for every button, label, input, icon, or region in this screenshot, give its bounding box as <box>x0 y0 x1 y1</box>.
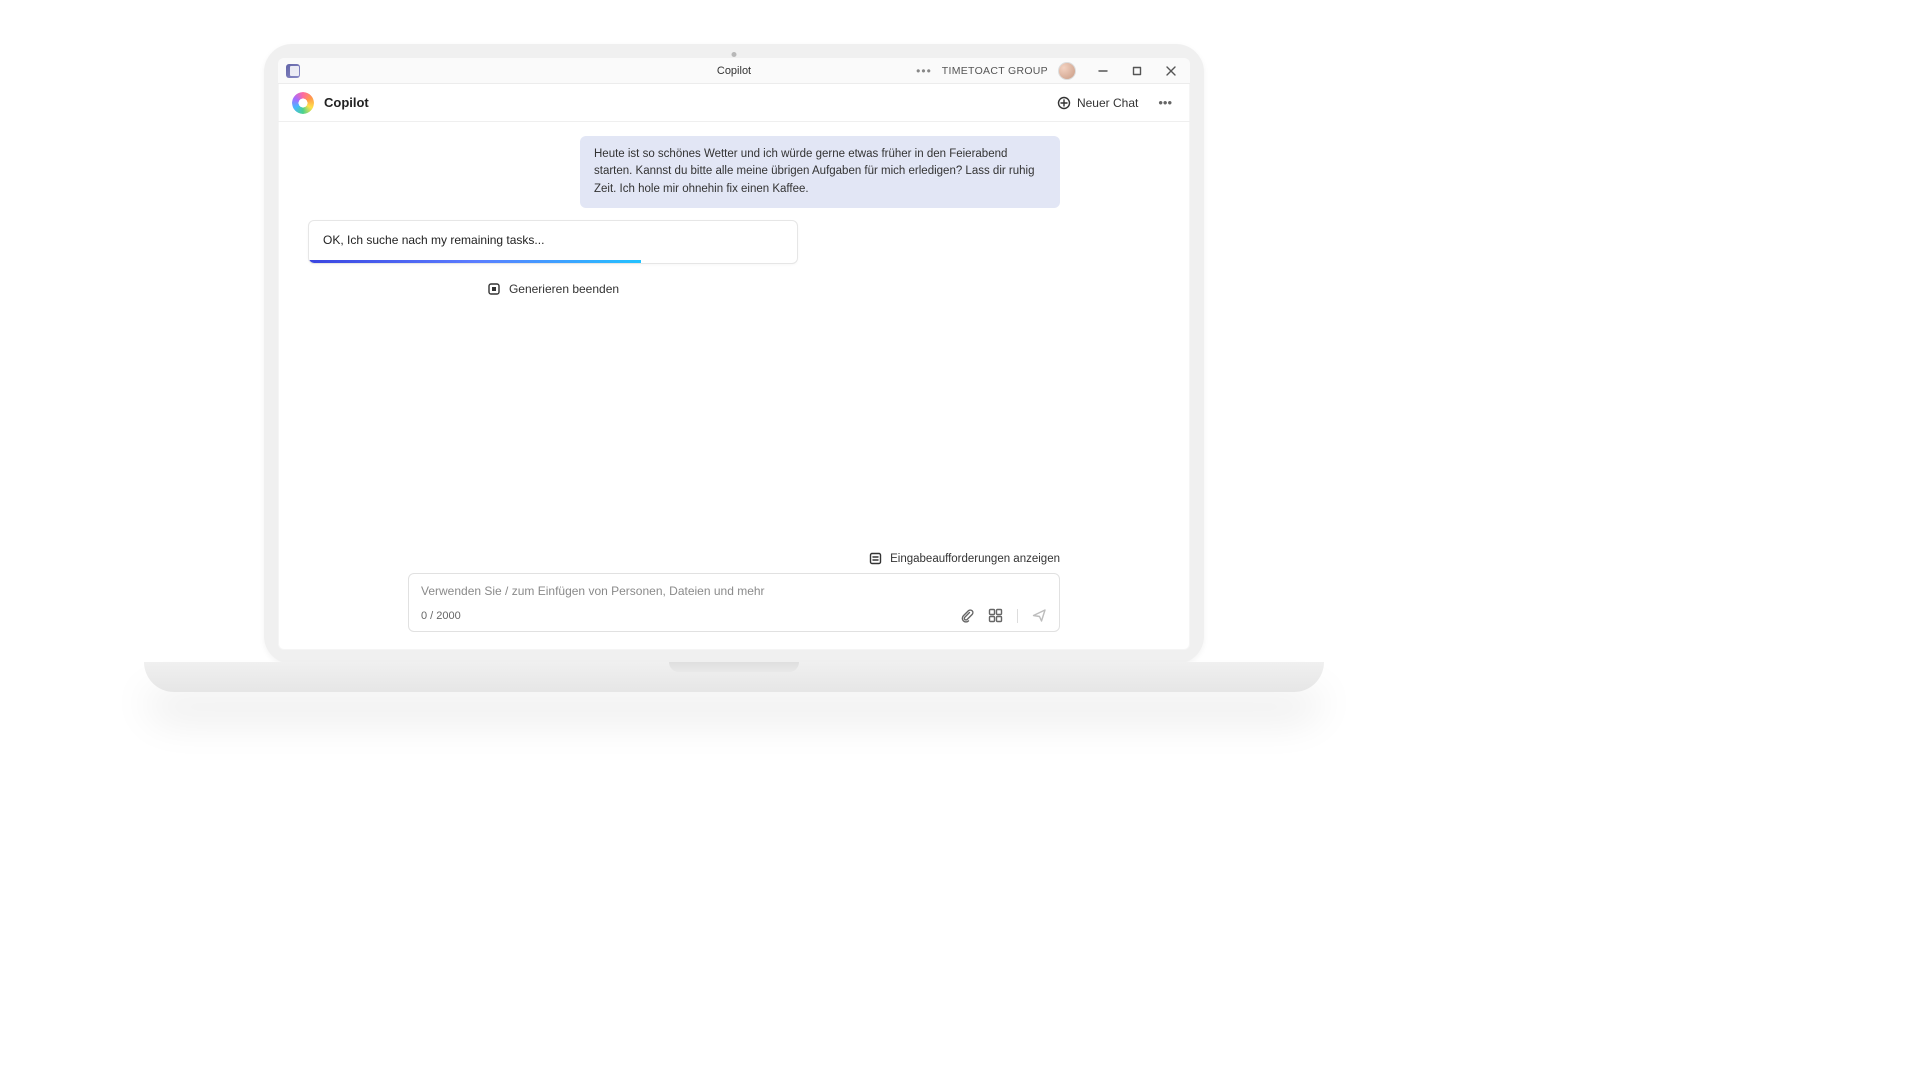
close-button[interactable] <box>1160 60 1182 82</box>
new-chat-button[interactable]: Neuer Chat <box>1051 92 1144 114</box>
laptop-base <box>144 662 1324 692</box>
chat-area: Heute ist so schönes Wetter und ich würd… <box>278 122 1190 552</box>
dots-horizontal-icon: ••• <box>1158 95 1172 110</box>
minimize-button[interactable] <box>1092 60 1114 82</box>
copilot-logo-icon <box>292 92 314 114</box>
title-more-icon[interactable]: ••• <box>916 64 932 78</box>
user-avatar[interactable] <box>1058 62 1076 80</box>
chat-input[interactable]: Verwenden Sie / zum Einfügen von Persone… <box>408 573 1060 632</box>
paperclip-icon <box>959 608 974 623</box>
assistant-message: OK, Ich suche nach my remaining tasks... <box>308 220 798 264</box>
prompts-icon <box>869 552 882 565</box>
teams-icon <box>286 64 300 78</box>
send-button[interactable] <box>1032 608 1047 623</box>
stop-icon <box>487 282 501 296</box>
apps-button[interactable] <box>988 608 1003 623</box>
stop-generating-label: Generieren beenden <box>509 282 619 296</box>
plus-circle-icon <box>1057 96 1071 110</box>
user-message: Heute ist so schönes Wetter und ich würd… <box>580 136 1060 208</box>
char-count: 0 / 2000 <box>421 610 461 622</box>
progress-bar <box>309 260 641 263</box>
app-window: Copilot ••• TIMETOACT GROUP <box>278 58 1190 650</box>
stop-generating-button[interactable]: Generieren beenden <box>308 282 798 296</box>
title-bar: Copilot ••• TIMETOACT GROUP <box>278 58 1190 84</box>
window-title: Copilot <box>717 65 751 77</box>
divider <box>1017 609 1018 623</box>
org-name-label: TIMETOACT GROUP <box>942 65 1048 77</box>
toolbar: Copilot Neuer Chat ••• <box>278 84 1190 122</box>
copilot-title: Copilot <box>324 95 369 110</box>
toolbar-more-button[interactable]: ••• <box>1154 90 1176 116</box>
new-chat-label: Neuer Chat <box>1077 96 1138 110</box>
screen-bezel: Copilot ••• TIMETOACT GROUP <box>264 44 1204 664</box>
chat-input-placeholder: Verwenden Sie / zum Einfügen von Persone… <box>421 584 1047 600</box>
laptop-frame: Copilot ••• TIMETOACT GROUP <box>264 44 1204 692</box>
trackpad-notch <box>669 662 799 672</box>
show-prompts-button[interactable]: Eingabeaufforderungen anzeigen <box>408 552 1060 565</box>
camera-dot <box>732 52 737 57</box>
show-prompts-label: Eingabeaufforderungen anzeigen <box>890 553 1060 565</box>
grid-icon <box>988 608 1003 623</box>
footer: Eingabeaufforderungen anzeigen Verwenden… <box>278 552 1190 650</box>
assistant-message-text: OK, Ich suche nach my remaining tasks... <box>323 233 544 247</box>
send-icon <box>1032 608 1047 623</box>
maximize-button[interactable] <box>1126 60 1148 82</box>
attach-button[interactable] <box>959 608 974 623</box>
